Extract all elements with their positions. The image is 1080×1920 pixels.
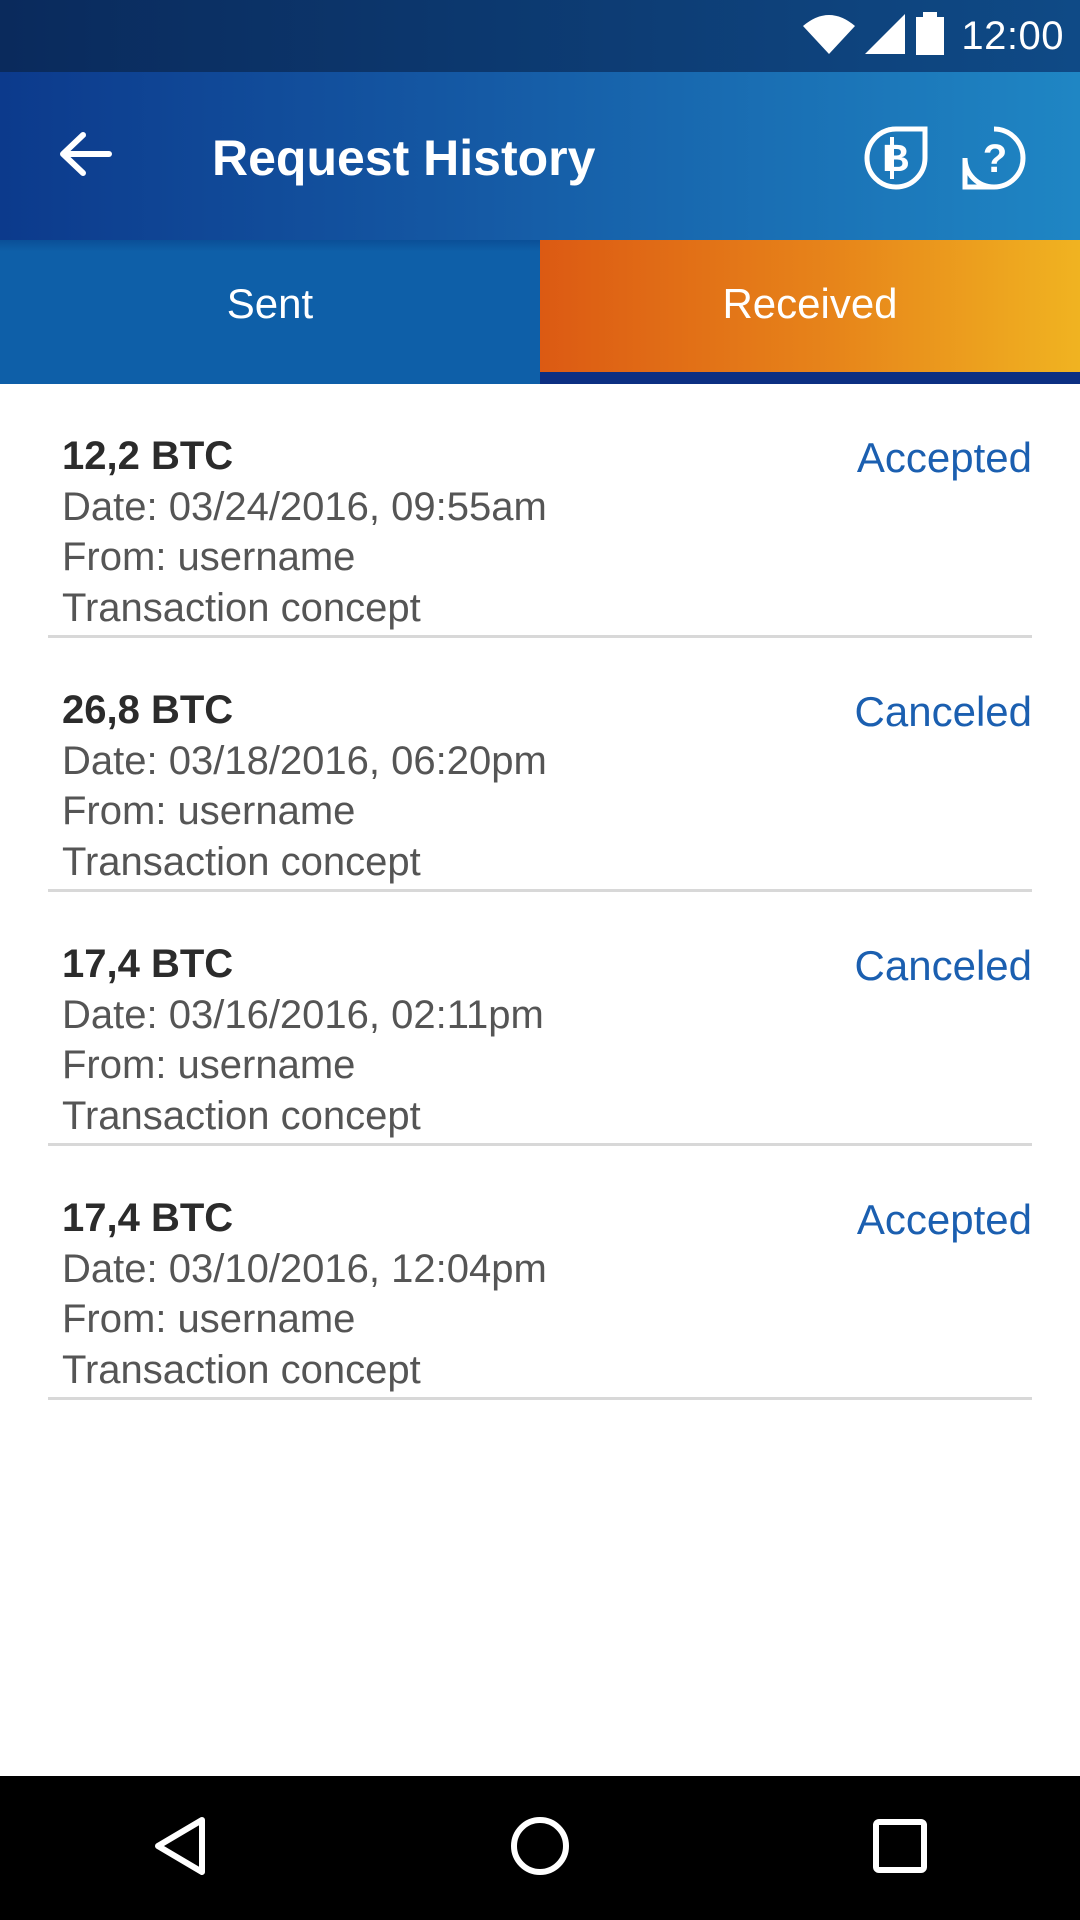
- screen: 12:00 Request History B ? Sent Received …: [0, 0, 1080, 1920]
- help-button[interactable]: ?: [954, 122, 1034, 198]
- tab-received-label: Received: [722, 280, 898, 327]
- request-concept: Transaction concept: [62, 840, 421, 884]
- request-date: Date: 03/16/2016, 02:11pm: [62, 993, 544, 1037]
- arrow-left-icon: [57, 130, 113, 183]
- request-amount: 17,4 BTC: [62, 1196, 234, 1240]
- signal-icon: [863, 12, 907, 61]
- bitcoin-button[interactable]: B: [858, 122, 934, 198]
- tab-received[interactable]: Received: [540, 240, 1080, 384]
- tab-sent-label: Sent: [226, 280, 314, 327]
- system-nav-bar: [0, 1776, 1080, 1920]
- list-item[interactable]: 12,2 BTC Date: 03/24/2016, 09:55am From:…: [48, 384, 1032, 638]
- list-item[interactable]: 17,4 BTC Date: 03/16/2016, 02:11pm From:…: [48, 892, 1032, 1146]
- request-from: From: username: [62, 1297, 356, 1341]
- list-item[interactable]: 26,8 BTC Date: 03/18/2016, 06:20pm From:…: [48, 638, 1032, 892]
- request-from: From: username: [62, 789, 356, 833]
- svg-text:?: ?: [983, 137, 1007, 181]
- nav-back-button[interactable]: [110, 1788, 250, 1908]
- nav-back-icon: [150, 1814, 210, 1883]
- request-from: From: username: [62, 535, 356, 579]
- wifi-icon: [801, 12, 857, 61]
- back-button[interactable]: [40, 116, 130, 196]
- request-date: Date: 03/24/2016, 09:55am: [62, 485, 547, 529]
- help-icon: ?: [961, 125, 1027, 196]
- bitcoin-icon: B: [863, 125, 929, 196]
- app-bar: Request History B ?: [0, 72, 1080, 240]
- request-from: From: username: [62, 1043, 356, 1087]
- nav-home-button[interactable]: [470, 1788, 610, 1908]
- request-amount: 12,2 BTC: [62, 434, 234, 478]
- nav-recents-button[interactable]: [830, 1788, 970, 1908]
- status-clock: 12:00: [961, 13, 1064, 58]
- status-badge: Canceled: [854, 688, 1032, 735]
- tab-sent[interactable]: Sent: [0, 240, 540, 384]
- list-item[interactable]: 17,4 BTC Date: 03/10/2016, 12:04pm From:…: [48, 1146, 1032, 1400]
- nav-home-icon: [508, 1814, 572, 1883]
- request-concept: Transaction concept: [62, 1348, 421, 1392]
- page-title: Request History: [212, 130, 596, 186]
- battery-icon: [913, 11, 947, 61]
- nav-recents-icon: [870, 1816, 930, 1881]
- request-date: Date: 03/10/2016, 12:04pm: [62, 1247, 547, 1291]
- request-amount: 26,8 BTC: [62, 688, 234, 732]
- tab-bar: Sent Received: [0, 240, 1080, 384]
- request-list: 12,2 BTC Date: 03/24/2016, 09:55am From:…: [0, 384, 1080, 1400]
- svg-text:B: B: [882, 138, 909, 180]
- request-concept: Transaction concept: [62, 586, 421, 630]
- request-date: Date: 03/18/2016, 06:20pm: [62, 739, 547, 783]
- request-concept: Transaction concept: [62, 1094, 421, 1138]
- status-bar: 12:00: [0, 0, 1080, 72]
- status-badge: Accepted: [856, 1196, 1032, 1243]
- request-amount: 17,4 BTC: [62, 942, 234, 986]
- status-badge: Canceled: [854, 942, 1032, 989]
- status-badge: Accepted: [856, 434, 1032, 481]
